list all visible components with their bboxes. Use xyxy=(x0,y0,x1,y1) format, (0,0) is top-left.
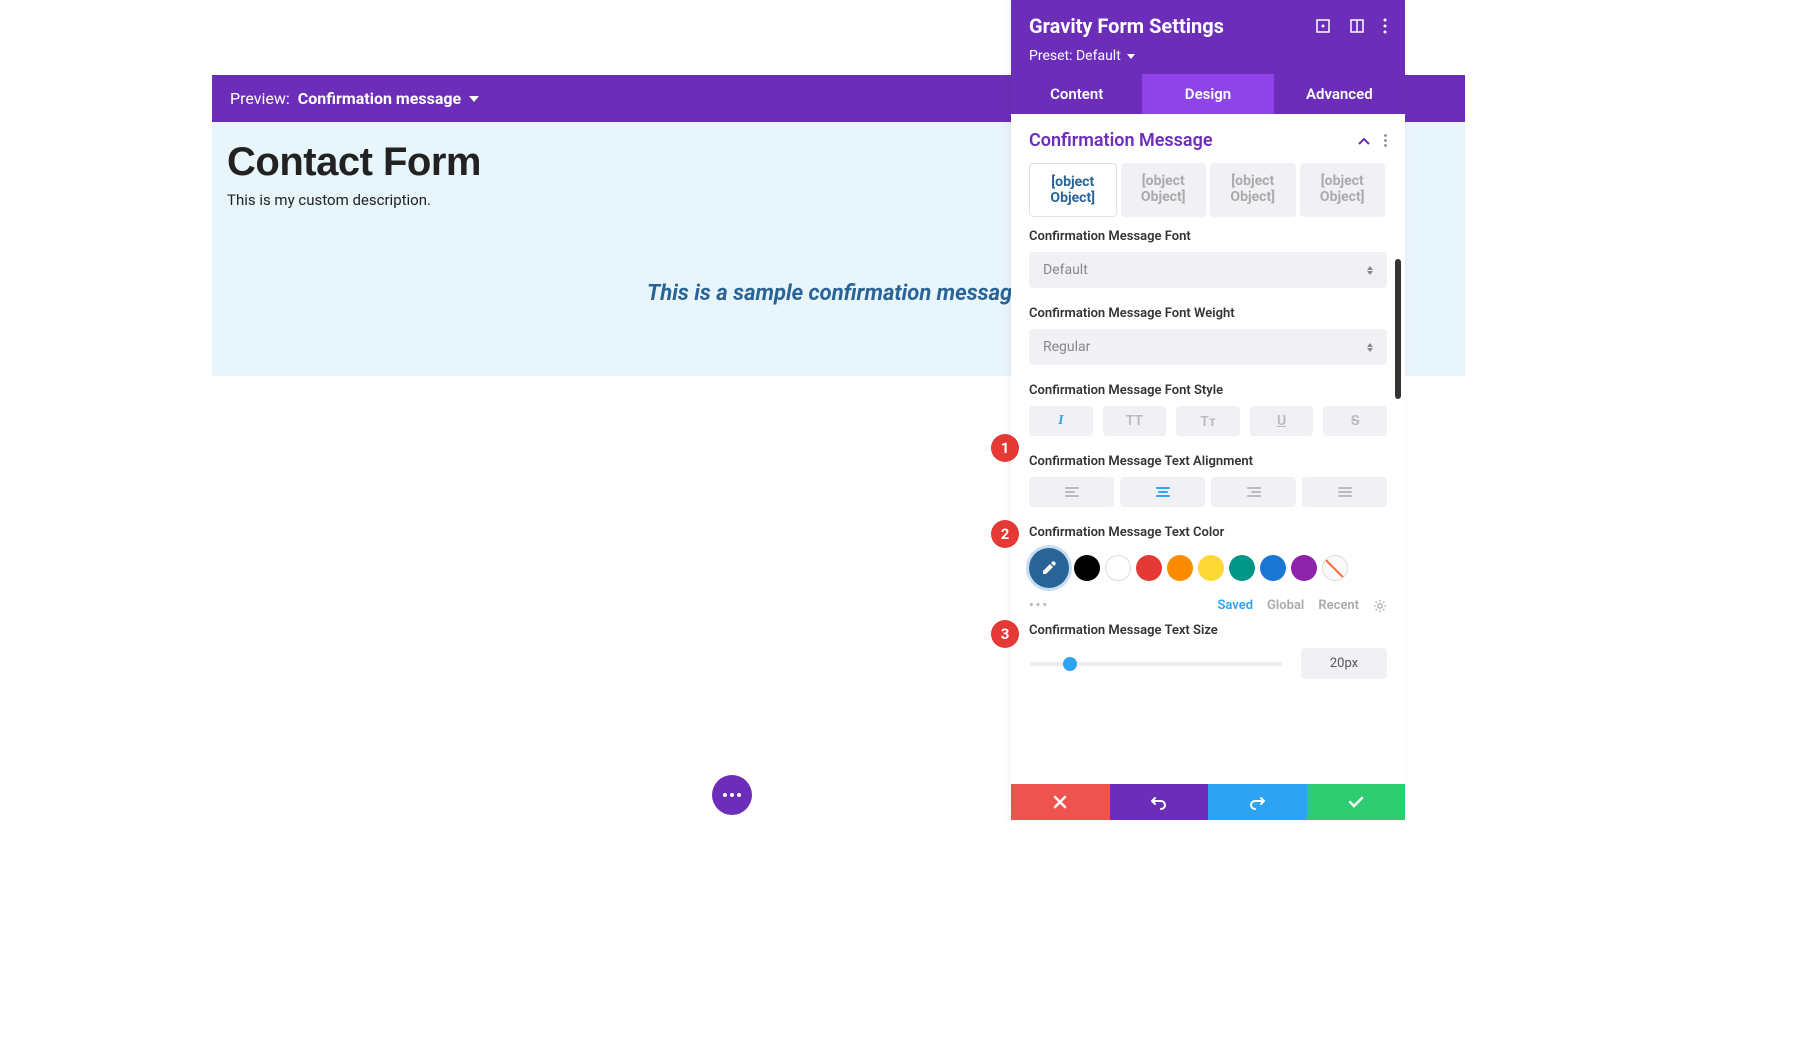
align-label: Confirmation Message Text Alignment xyxy=(1029,454,1387,469)
color-tabs: Saved Global Recent xyxy=(1217,598,1387,613)
italic-button[interactable]: I xyxy=(1029,406,1093,436)
dot-icon xyxy=(730,793,734,797)
align-right-icon xyxy=(1247,487,1261,497)
section-actions xyxy=(1358,134,1387,147)
preview-value: Confirmation message xyxy=(298,89,461,108)
tab-content[interactable]: Content xyxy=(1011,74,1142,114)
section-title: Confirmation Message xyxy=(1029,130,1213,151)
align-left-icon xyxy=(1065,487,1079,497)
annotation-badge-2: 2 xyxy=(991,520,1019,548)
color-tabs-row: ••• Saved Global Recent xyxy=(1029,598,1387,613)
annotation-badge-1: 1 xyxy=(991,434,1019,462)
chevron-up-icon[interactable] xyxy=(1358,137,1370,145)
color-swatch-yellow[interactable] xyxy=(1198,555,1224,581)
color-label: Confirmation Message Text Color xyxy=(1029,525,1387,540)
color-swatch-white[interactable] xyxy=(1105,555,1131,581)
font-label: Confirmation Message Font xyxy=(1029,229,1387,244)
color-tab-global[interactable]: Global xyxy=(1267,598,1304,613)
color-swatch-black[interactable] xyxy=(1074,555,1100,581)
panel-header-icons xyxy=(1315,18,1387,34)
align-right-button[interactable] xyxy=(1211,477,1296,507)
annotation-badge-3: 3 xyxy=(991,620,1019,648)
color-swatch-none[interactable] xyxy=(1322,555,1348,581)
eyedropper-icon xyxy=(1041,560,1057,576)
more-fab-button[interactable] xyxy=(712,775,752,815)
align-justify-icon xyxy=(1338,487,1352,497)
chevron-down-icon xyxy=(469,96,479,102)
panel-content-scroll[interactable]: Confirmation Message [object Object] [ob… xyxy=(1011,114,1405,784)
dot-icon xyxy=(723,793,727,797)
subtab-2[interactable]: [object Object] xyxy=(1121,163,1207,217)
align-center-icon xyxy=(1156,487,1170,497)
preview-label: Preview: xyxy=(230,89,290,108)
save-button[interactable] xyxy=(1307,784,1406,820)
size-slider-row: 20px xyxy=(1029,648,1387,679)
close-icon xyxy=(1053,795,1067,809)
font-select[interactable]: Default xyxy=(1029,252,1387,288)
kebab-icon[interactable] xyxy=(1384,134,1387,147)
preset-selector[interactable]: Preset: Default xyxy=(1029,48,1387,64)
color-section: ••• Saved Global Recent xyxy=(1029,548,1387,613)
uppercase-button[interactable]: TT xyxy=(1103,406,1167,436)
slider-thumb[interactable] xyxy=(1063,657,1077,671)
dot-icon xyxy=(737,793,741,797)
strikethrough-button[interactable]: S xyxy=(1323,406,1387,436)
kebab-icon[interactable] xyxy=(1383,18,1387,34)
tab-advanced[interactable]: Advanced xyxy=(1274,74,1405,114)
color-swatch-blue[interactable] xyxy=(1260,555,1286,581)
expand-icon[interactable] xyxy=(1315,18,1331,34)
style-label: Confirmation Message Font Style xyxy=(1029,383,1387,398)
align-justify-button[interactable] xyxy=(1302,477,1387,507)
settings-panel: Gravity Form Settings Preset: Default Co… xyxy=(1011,0,1405,820)
align-left-button[interactable] xyxy=(1029,477,1114,507)
chevron-down-icon xyxy=(1127,54,1135,59)
align-center-button[interactable] xyxy=(1120,477,1205,507)
redo-button[interactable] xyxy=(1208,784,1307,820)
subtab-1[interactable]: [object Object] xyxy=(1029,163,1117,217)
weight-select[interactable]: Regular xyxy=(1029,329,1387,365)
color-more-button[interactable]: ••• xyxy=(1029,598,1049,613)
scrollbar-thumb[interactable] xyxy=(1395,259,1401,399)
font-style-row: I TT Tᴛ U S xyxy=(1029,406,1387,436)
size-slider[interactable] xyxy=(1029,662,1283,666)
select-arrows-icon xyxy=(1367,343,1373,352)
color-swatch-orange[interactable] xyxy=(1167,555,1193,581)
panel-title: Gravity Form Settings xyxy=(1029,14,1224,38)
tab-design[interactable]: Design xyxy=(1142,74,1273,114)
panel-title-row: Gravity Form Settings xyxy=(1029,14,1387,38)
color-row xyxy=(1029,548,1387,588)
color-swatch-purple[interactable] xyxy=(1291,555,1317,581)
section-header: Confirmation Message xyxy=(1029,114,1387,163)
cancel-button[interactable] xyxy=(1011,784,1110,820)
gear-icon[interactable] xyxy=(1373,599,1387,613)
subtabs: [object Object] [object Object] [object … xyxy=(1029,163,1387,217)
weight-label: Confirmation Message Font Weight xyxy=(1029,306,1387,321)
size-label: Confirmation Message Text Size xyxy=(1029,623,1387,638)
subtab-3[interactable]: [object Object] xyxy=(1210,163,1296,217)
panel-header: Gravity Form Settings Preset: Default xyxy=(1011,0,1405,74)
preset-label: Preset: xyxy=(1029,48,1073,64)
size-value-input[interactable]: 20px xyxy=(1301,648,1387,679)
alignment-row xyxy=(1029,477,1387,507)
select-arrows-icon xyxy=(1367,266,1373,275)
check-icon xyxy=(1348,794,1364,810)
smallcaps-button[interactable]: Tᴛ xyxy=(1176,406,1240,436)
undo-icon xyxy=(1151,794,1167,810)
color-tab-saved[interactable]: Saved xyxy=(1217,598,1253,613)
main-tabs: Content Design Advanced xyxy=(1011,74,1405,114)
panel-footer xyxy=(1011,784,1405,820)
font-value: Default xyxy=(1043,262,1088,278)
weight-value: Regular xyxy=(1043,339,1090,355)
preset-value: Default xyxy=(1076,48,1121,64)
subtab-4[interactable]: [object Object] xyxy=(1300,163,1386,217)
underline-button[interactable]: U xyxy=(1250,406,1314,436)
color-swatch-red[interactable] xyxy=(1136,555,1162,581)
color-tab-recent[interactable]: Recent xyxy=(1318,598,1359,613)
color-picker-button[interactable] xyxy=(1029,548,1069,588)
redo-icon xyxy=(1249,794,1265,810)
color-swatch-teal[interactable] xyxy=(1229,555,1255,581)
undo-button[interactable] xyxy=(1110,784,1209,820)
layout-icon[interactable] xyxy=(1349,18,1365,34)
